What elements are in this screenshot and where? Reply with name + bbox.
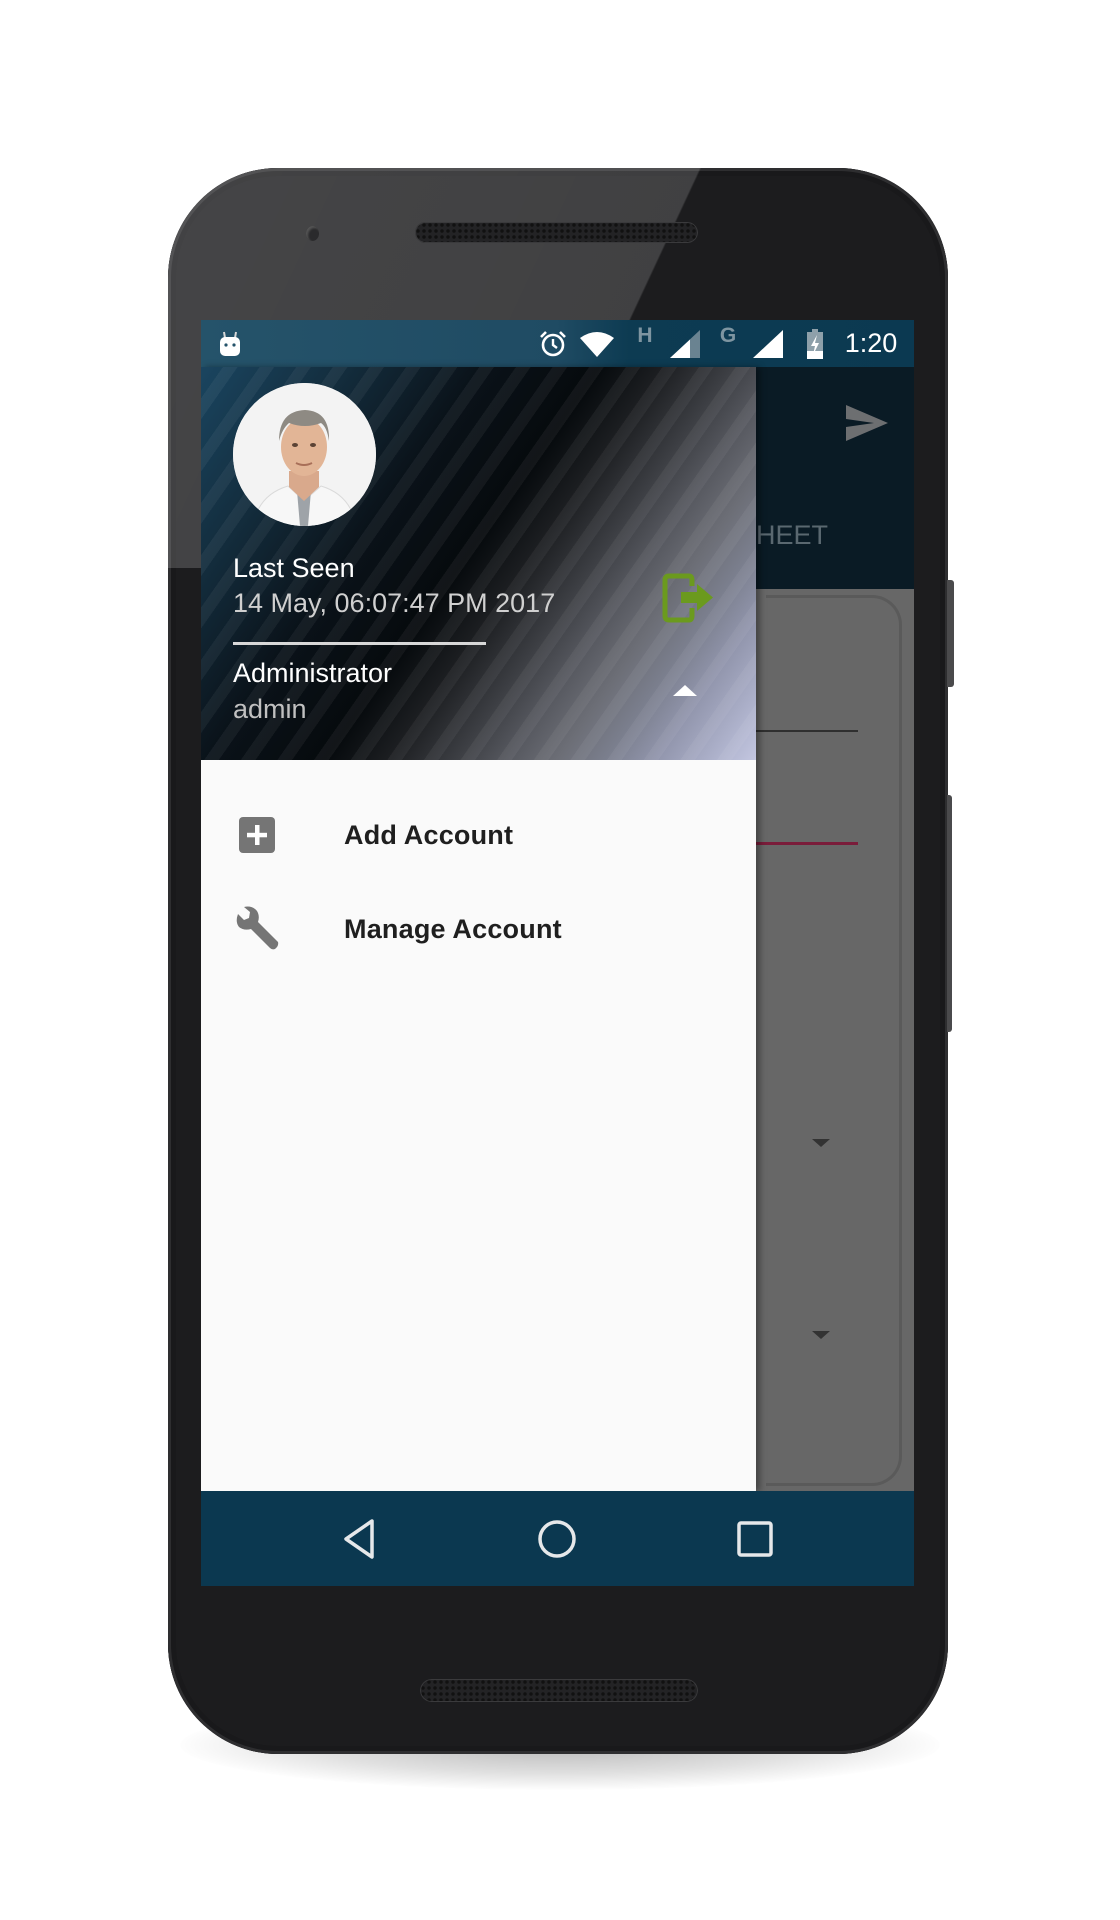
bottom-speaker: [420, 1679, 698, 1702]
last-seen-label: Last Seen: [233, 553, 355, 583]
menu-item-label: Manage Account: [344, 913, 562, 944]
input-underline-focused[interactable]: [756, 842, 858, 845]
header-divider: [233, 642, 486, 645]
recents-button[interactable]: [721, 1505, 789, 1573]
menu-item-add-account[interactable]: Add Account: [201, 796, 756, 874]
content-card: [766, 595, 902, 1486]
avatar[interactable]: [233, 383, 376, 526]
account-role: Administrator: [233, 658, 393, 688]
volume-button: [947, 795, 952, 1032]
signal-g-icon: G: [719, 323, 737, 347]
account-username: admin: [233, 694, 307, 724]
screen: HEET H G 1:20 Last Seen 14 May, 06:07:47…: [201, 320, 914, 1586]
navigation-bar: [201, 1491, 914, 1586]
wrench-icon: [234, 906, 280, 952]
arrow-up-icon[interactable]: [673, 682, 697, 698]
last-seen-value: 14 May, 06:07:47 PM 2017: [233, 588, 556, 618]
status-bar: H G 1:20: [201, 320, 914, 367]
signal-strength-icon: [669, 320, 701, 367]
power-button: [947, 580, 954, 687]
dropdown-arrow-icon[interactable]: [812, 1331, 830, 1339]
menu-item-label: Add Account: [344, 819, 514, 850]
app-toolbar: [756, 367, 914, 589]
navigation-drawer: Last Seen 14 May, 06:07:47 PM 2017 Admin…: [201, 367, 756, 1491]
signal-strength-icon: [752, 320, 784, 367]
recents-icon: [737, 1521, 773, 1557]
back-icon: [344, 1519, 374, 1559]
tab-label[interactable]: HEET: [756, 520, 828, 551]
menu-item-manage-account[interactable]: Manage Account: [201, 890, 756, 968]
battery-charging-icon: [804, 320, 826, 367]
home-icon: [538, 1520, 576, 1558]
send-icon[interactable]: [846, 405, 888, 441]
drawer-header: Last Seen 14 May, 06:07:47 PM 2017 Admin…: [201, 367, 756, 760]
dropdown-arrow-icon[interactable]: [812, 1139, 830, 1147]
add-box-icon: [234, 812, 280, 858]
front-camera: [306, 226, 319, 241]
wifi-icon: [579, 320, 615, 367]
clock: 1:20: [844, 328, 898, 358]
logout-icon[interactable]: [659, 568, 715, 624]
back-button[interactable]: [326, 1505, 394, 1573]
top-speaker: [415, 222, 698, 243]
android-debug-icon: [216, 320, 244, 367]
input-underline[interactable]: [756, 730, 858, 732]
home-button[interactable]: [523, 1505, 591, 1573]
signal-h-icon: H: [637, 323, 653, 347]
alarm-icon: [538, 320, 568, 367]
